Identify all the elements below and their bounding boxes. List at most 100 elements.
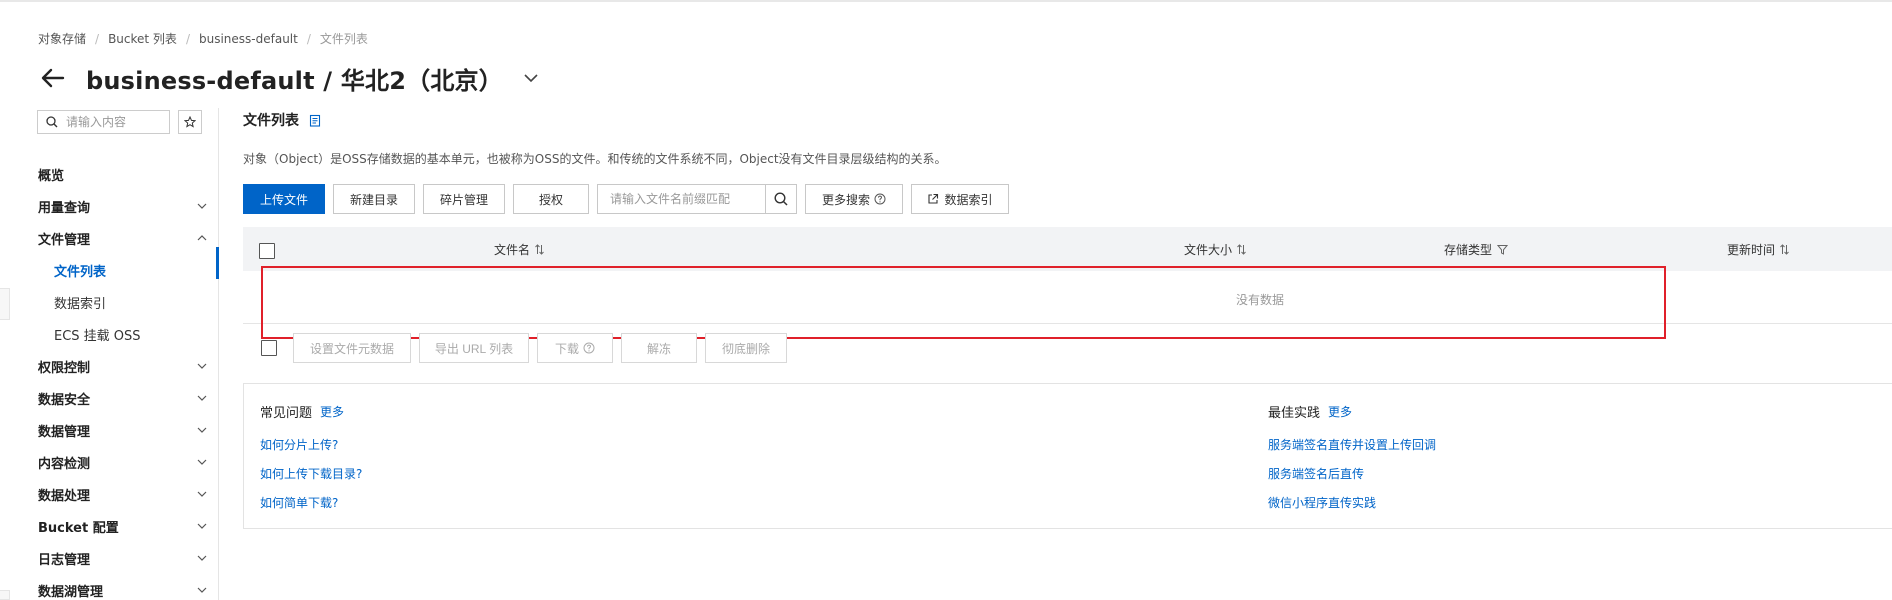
- toolbar: 上传文件 新建目录 碎片管理 授权 更多搜索 数据索引: [243, 184, 1017, 214]
- more-search-button[interactable]: 更多搜索: [805, 184, 903, 214]
- sidebar-item-file-list[interactable]: 文件列表: [54, 254, 204, 286]
- sort-icon: [535, 244, 544, 255]
- sidebar: 概览 用量查询 文件管理 文件列表 数据索引 ECS 挂载 OSS 权限控制 数…: [0, 108, 219, 600]
- set-metadata-button[interactable]: 设置文件元数据: [293, 333, 411, 363]
- sidebar-item-ecs-mount[interactable]: ECS 挂载 OSS: [54, 318, 204, 350]
- sidebar-item-label: 数据处理: [38, 488, 91, 504]
- best-practice-link[interactable]: 服务端签名后直传: [1268, 465, 1364, 482]
- help-card: 常见问题 更多 如何分片上传? 如何上传下载目录? 如何简单下载? 最佳实践 更…: [243, 383, 1892, 529]
- best-practice-link[interactable]: 微信小程序直传实践: [1268, 494, 1376, 511]
- sidebar-item-label: 数据管理: [38, 424, 91, 440]
- new-directory-button[interactable]: 新建目录: [333, 184, 415, 214]
- data-index-label: 数据索引: [944, 192, 993, 207]
- sidebar-item-label: 数据安全: [38, 392, 91, 408]
- sidebar-item-label: ECS 挂载 OSS: [54, 328, 141, 344]
- chevron-down-icon: [196, 360, 208, 372]
- column-header-file-name[interactable]: 文件名: [494, 241, 544, 258]
- chevron-down-icon: [196, 552, 208, 564]
- select-all-checkbox[interactable]: [259, 243, 275, 259]
- search-submit-button[interactable]: [765, 185, 796, 213]
- sidebar-item-log-management[interactable]: 日志管理: [38, 542, 208, 574]
- sidebar-item-label: 内容检测: [38, 456, 91, 472]
- star-icon: [184, 116, 196, 128]
- column-header-storage-class[interactable]: 存储类型: [1444, 241, 1509, 258]
- breadcrumb-current: 文件列表: [319, 32, 368, 46]
- sidebar-search: [37, 110, 170, 134]
- sidebar-item-access-control[interactable]: 权限控制: [38, 350, 208, 382]
- section-description: 对象（Object）是OSS存储数据的基本单元，也被称为OSS的文件。和传统的文…: [243, 152, 947, 166]
- column-header-file-size[interactable]: 文件大小: [1184, 241, 1246, 258]
- column-header-updated-time[interactable]: 更新时间: [1727, 241, 1789, 258]
- top-divider: [0, 0, 1892, 2]
- sidebar-item-bucket-config[interactable]: Bucket 配置: [38, 510, 208, 542]
- highlight-box: [261, 266, 1666, 339]
- sidebar-item-usage[interactable]: 用量查询: [38, 190, 208, 222]
- breadcrumb-bucket-list[interactable]: Bucket 列表: [108, 30, 177, 47]
- best-practice-link[interactable]: 服务端签名直传并设置上传回调: [1268, 436, 1436, 453]
- fragment-management-button[interactable]: 碎片管理: [423, 184, 505, 214]
- filter-icon: [1497, 244, 1509, 255]
- file-search-box: [597, 184, 797, 214]
- document-icon[interactable]: [309, 114, 321, 127]
- arrow-left-icon: [41, 68, 65, 88]
- sidebar-item-data-security[interactable]: 数据安全: [38, 382, 208, 414]
- chevron-down-icon: [196, 520, 208, 532]
- sidebar-collapse-handle[interactable]: [0, 288, 10, 320]
- faq-link[interactable]: 如何上传下载目录?: [260, 465, 362, 482]
- batch-select-checkbox[interactable]: [261, 340, 277, 356]
- section-title: 文件列表: [243, 113, 299, 129]
- chevron-down-icon: [524, 74, 538, 83]
- sort-icon: [1237, 244, 1246, 255]
- delete-permanently-button[interactable]: 彻底删除: [705, 333, 787, 363]
- sidebar-item-label: 概览: [38, 168, 65, 184]
- file-prefix-search-input[interactable]: [598, 185, 765, 213]
- back-button[interactable]: [38, 63, 68, 93]
- faq-more-link[interactable]: 更多: [320, 403, 344, 420]
- upload-file-button[interactable]: 上传文件: [243, 184, 325, 214]
- best-practice-title: 最佳实践: [1268, 406, 1321, 421]
- sidebar-item-label: 用量查询: [38, 200, 91, 216]
- search-icon: [46, 116, 58, 128]
- sidebar-item-label: 日志管理: [38, 552, 91, 568]
- sort-icon: [1780, 244, 1789, 255]
- page-title: business-default / 华北2（北京）: [86, 66, 503, 95]
- sidebar-item-overview[interactable]: 概览: [38, 158, 208, 190]
- authorize-button[interactable]: 授权: [513, 184, 589, 214]
- section-header: 文件列表: [243, 110, 321, 130]
- sidebar-item-data-index[interactable]: 数据索引: [54, 286, 204, 318]
- chevron-up-icon: [196, 232, 208, 244]
- sidebar-search-input[interactable]: [66, 115, 166, 129]
- faq-link[interactable]: 如何简单下载?: [260, 494, 338, 511]
- unfreeze-button[interactable]: 解冻: [621, 333, 697, 363]
- best-practice-more-link[interactable]: 更多: [1328, 403, 1352, 420]
- column-label: 文件名: [494, 243, 531, 257]
- faq-link[interactable]: 如何分片上传?: [260, 436, 338, 453]
- data-index-button[interactable]: 数据索引: [911, 184, 1009, 214]
- chevron-down-icon: [196, 424, 208, 436]
- sidebar-item-data-lake[interactable]: 数据湖管理: [38, 574, 208, 600]
- best-practice-header: 最佳实践 更多: [1268, 402, 1352, 421]
- title-row: business-default / 华北2（北京）: [38, 60, 543, 96]
- sidebar-item-content-detection[interactable]: 内容检测: [38, 446, 208, 478]
- search-icon: [774, 192, 788, 206]
- export-url-list-button[interactable]: 导出 URL 列表: [419, 333, 529, 363]
- download-button[interactable]: 下载: [537, 333, 613, 363]
- batch-actions: 设置文件元数据 导出 URL 列表 下载 解冻 彻底删除: [261, 333, 795, 363]
- column-label: 存储类型: [1444, 243, 1493, 257]
- breadcrumb-separator: /: [95, 31, 100, 46]
- download-label: 下载: [554, 341, 579, 356]
- sidebar-item-data-processing[interactable]: 数据处理: [38, 478, 208, 510]
- sidebar-item-label: 文件列表: [54, 264, 107, 280]
- breadcrumb-bucket[interactable]: business-default: [199, 32, 298, 46]
- column-label: 文件大小: [1184, 243, 1233, 257]
- chevron-down-icon: [196, 392, 208, 404]
- breadcrumb: 对象存储 / Bucket 列表 / business-default / 文件…: [38, 30, 368, 47]
- breadcrumb-separator: /: [185, 31, 190, 46]
- sidebar-item-data-management[interactable]: 数据管理: [38, 414, 208, 446]
- sidebar-item-file-management[interactable]: 文件管理: [38, 222, 208, 254]
- favorite-button[interactable]: [178, 110, 202, 134]
- region-switch-button[interactable]: [519, 66, 543, 90]
- chevron-down-icon: [196, 456, 208, 468]
- chevron-down-icon: [196, 200, 208, 212]
- breadcrumb-object-storage[interactable]: 对象存储: [38, 30, 86, 47]
